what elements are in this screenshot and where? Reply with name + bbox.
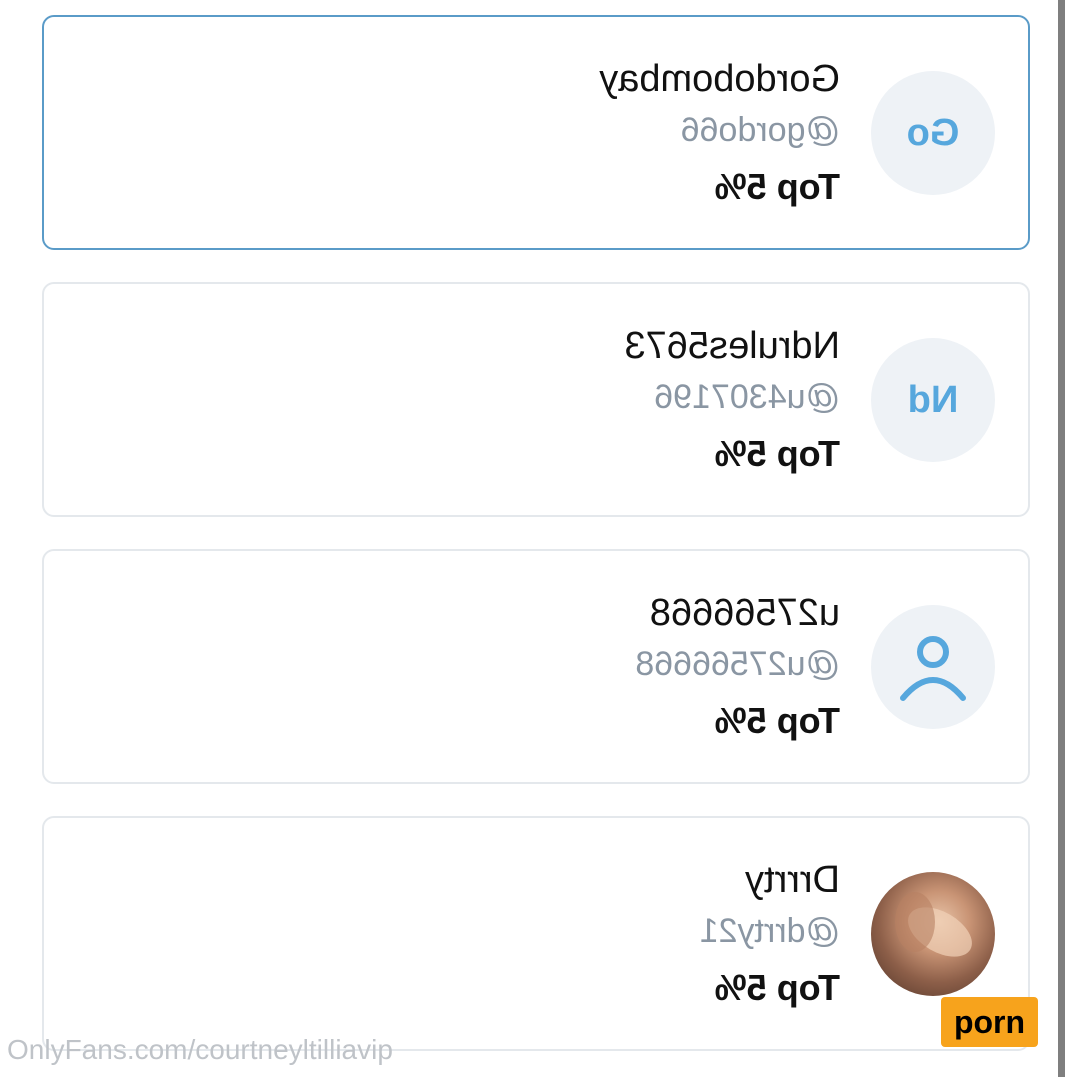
avatar-photo[interactable] xyxy=(871,872,995,996)
avatar[interactable]: Go xyxy=(871,71,995,195)
user-info: Drrrty @drrty21 Top 5% xyxy=(700,858,840,1010)
user-handle: @drrty21 xyxy=(699,912,840,950)
site-badge: porn xyxy=(941,997,1038,1047)
avatar[interactable] xyxy=(871,605,995,729)
user-name[interactable]: Drrrty xyxy=(700,858,840,902)
user-name[interactable]: Ndrules5673 xyxy=(625,324,840,368)
avatar[interactable]: Nd xyxy=(871,338,995,462)
user-handle: @u27566668 xyxy=(635,645,840,683)
user-info: Gordobombay @gordo66 Top 5% xyxy=(599,57,840,209)
user-card[interactable]: u27566668 @u27566668 Top 5% xyxy=(42,549,1030,784)
user-card[interactable]: Nd Ndrules5673 @u4307196 Top 5% xyxy=(42,282,1030,517)
rank-badge: Top 5% xyxy=(714,433,840,474)
rank-badge: Top 5% xyxy=(714,967,840,1008)
avatar-initials: Go xyxy=(906,111,960,154)
user-card[interactable]: Drrrty @drrty21 Top 5% xyxy=(42,816,1030,1051)
user-name[interactable]: Gordobombay xyxy=(599,57,840,101)
screen: Go Gordobombay @gordo66 Top 5% Nd Ndrule… xyxy=(0,0,1071,1077)
user-info: Ndrules5673 @u4307196 Top 5% xyxy=(625,324,840,476)
user-handle: @gordo66 xyxy=(680,111,840,149)
watermark-text: OnlyFans.com/courtneyltilliavip xyxy=(7,1034,393,1065)
mirrored-ui: Go Gordobombay @gordo66 Top 5% Nd Ndrule… xyxy=(0,0,1071,1077)
rank-badge: Top 5% xyxy=(714,700,840,741)
user-info: u27566668 @u27566668 Top 5% xyxy=(635,591,840,743)
user-name[interactable]: u27566668 xyxy=(635,591,840,635)
scrollbar[interactable] xyxy=(1058,0,1065,1077)
avatar-initials: Nd xyxy=(907,378,959,421)
user-icon xyxy=(900,636,966,701)
rank-badge: Top 5% xyxy=(714,166,840,207)
user-handle: @u4307196 xyxy=(654,378,840,416)
photo-detail xyxy=(895,892,935,952)
user-list: Go Gordobombay @gordo66 Top 5% Nd Ndrule… xyxy=(42,15,1030,1077)
user-card[interactable]: Go Gordobombay @gordo66 Top 5% xyxy=(42,15,1030,250)
